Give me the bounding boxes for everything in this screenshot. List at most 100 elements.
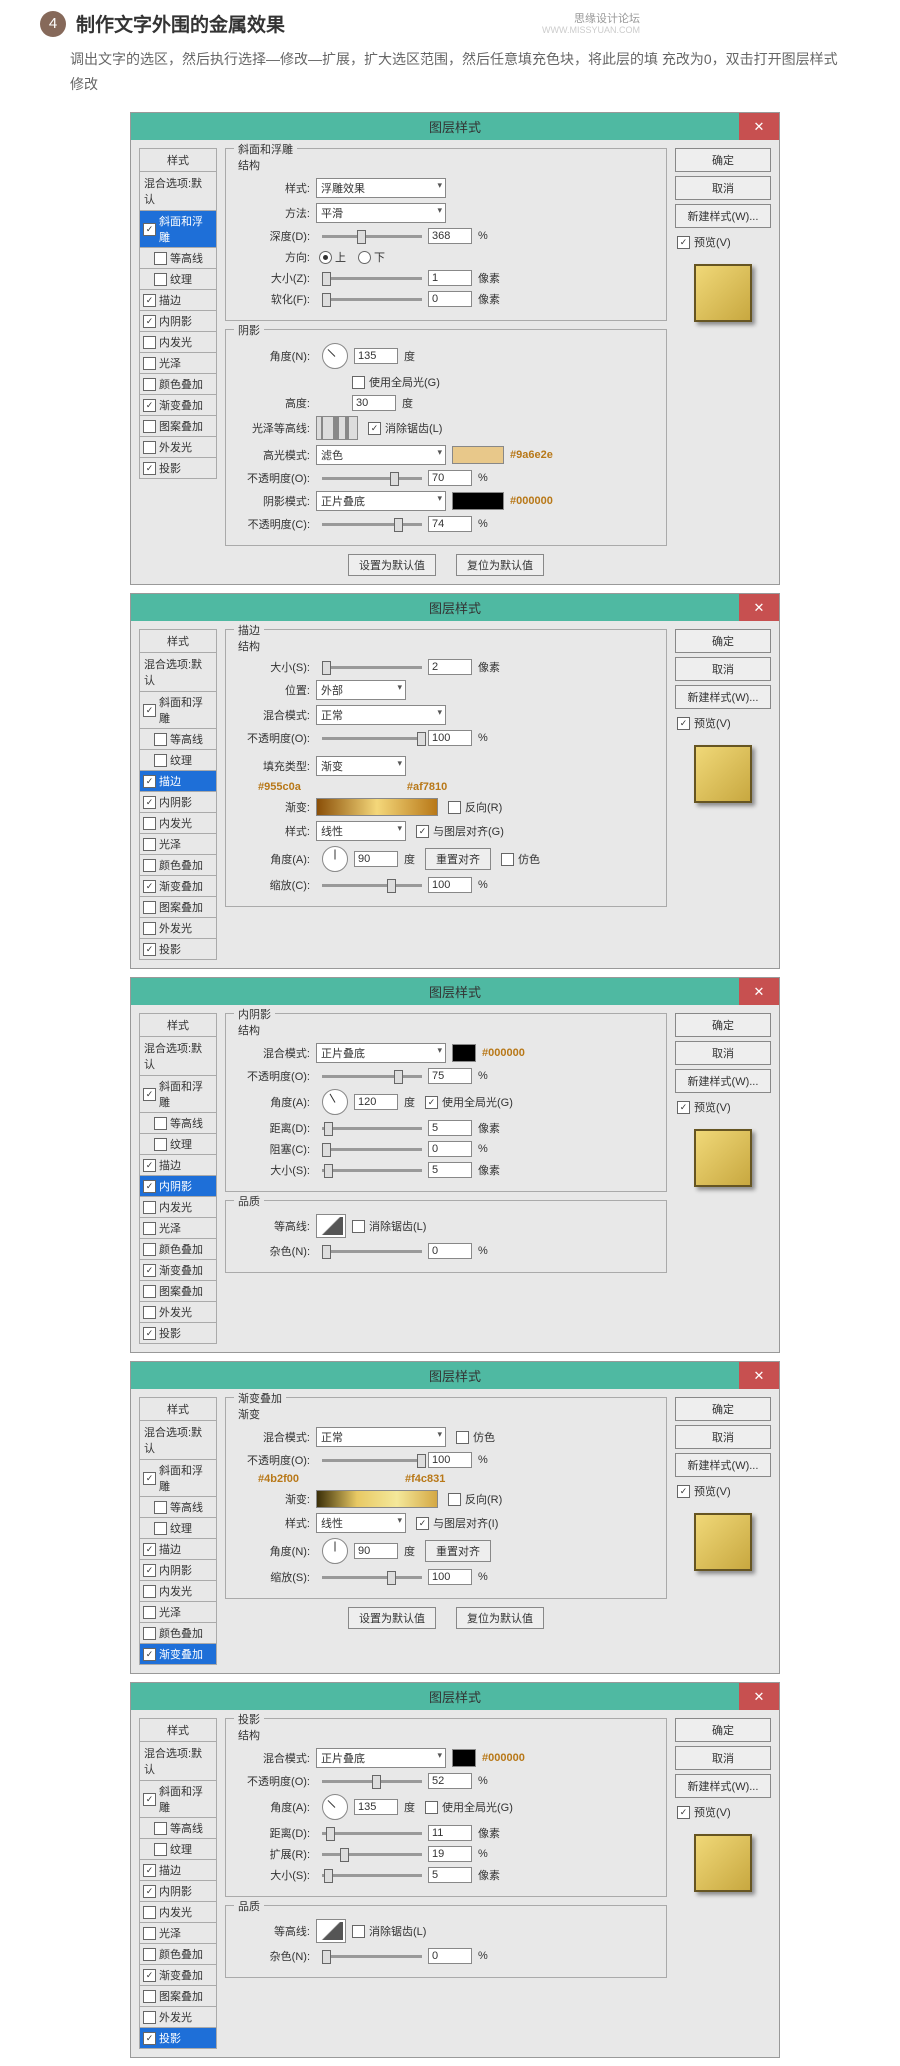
checkbox[interactable]	[154, 754, 167, 767]
item-grad-overlay[interactable]: 渐变叠加	[139, 1260, 217, 1281]
checkbox[interactable]	[143, 1285, 156, 1298]
preview-checkbox[interactable]	[677, 236, 690, 249]
checkbox[interactable]	[143, 1243, 156, 1256]
blend-options[interactable]: 混合选项:默认	[139, 1421, 217, 1460]
technique-select[interactable]: 平滑	[316, 203, 446, 223]
gloss-contour[interactable]	[316, 416, 358, 440]
dir-down-radio[interactable]	[358, 251, 371, 264]
checkbox[interactable]	[143, 1606, 156, 1619]
gradient-swatch[interactable]	[316, 1490, 438, 1508]
cancel-button[interactable]: 取消	[675, 1041, 771, 1065]
item-inner-shadow[interactable]: 内阴影	[139, 792, 217, 813]
checkbox[interactable]	[143, 1201, 156, 1214]
item-satin[interactable]: 光泽	[139, 353, 217, 374]
position-select[interactable]: 外部	[316, 680, 406, 700]
item-inner-glow[interactable]: 内发光	[139, 1902, 217, 1923]
contour-picker[interactable]	[316, 1214, 346, 1238]
item-bevel[interactable]: 斜面和浮雕	[139, 692, 217, 729]
dither-checkbox[interactable]	[501, 853, 514, 866]
item-satin[interactable]: 光泽	[139, 1602, 217, 1623]
close-button[interactable]: ✕	[739, 594, 779, 621]
angle-dial[interactable]	[322, 343, 348, 369]
distance-slider[interactable]	[322, 1832, 422, 1835]
scale-input[interactable]: 100	[428, 877, 472, 893]
checkbox[interactable]	[143, 1969, 156, 1982]
soften-slider[interactable]	[322, 298, 422, 301]
blend-options[interactable]: 混合选项:默认	[139, 1037, 217, 1076]
angle-input[interactable]: 120	[354, 1094, 398, 1110]
checkbox[interactable]	[143, 1906, 156, 1919]
checkbox[interactable]	[154, 733, 167, 746]
depth-slider[interactable]	[322, 235, 422, 238]
item-contour[interactable]: 等高线	[139, 248, 217, 269]
opacity-slider[interactable]	[322, 1459, 422, 1462]
checkbox[interactable]	[143, 1088, 156, 1101]
size-slider[interactable]	[322, 277, 422, 280]
size-input[interactable]: 2	[428, 659, 472, 675]
highlight-color[interactable]	[452, 446, 504, 464]
checkbox[interactable]	[143, 336, 156, 349]
cancel-button[interactable]: 取消	[675, 1746, 771, 1770]
item-texture[interactable]: 纹理	[139, 1134, 217, 1155]
item-drop-shadow[interactable]: 投影	[139, 2028, 217, 2049]
opacity-slider[interactable]	[322, 737, 422, 740]
preview-checkbox[interactable]	[677, 1806, 690, 1819]
checkbox[interactable]	[143, 1948, 156, 1961]
checkbox[interactable]	[143, 1543, 156, 1556]
global-light-checkbox[interactable]	[352, 376, 365, 389]
blend-select[interactable]: 正常	[316, 1427, 446, 1447]
shadow-mode-select[interactable]: 正片叠底	[316, 491, 446, 511]
item-pat-overlay[interactable]: 图案叠加	[139, 1281, 217, 1302]
item-texture[interactable]: 纹理	[139, 1518, 217, 1539]
item-stroke[interactable]: 描边	[139, 1155, 217, 1176]
checkbox[interactable]	[143, 462, 156, 475]
noise-slider[interactable]	[322, 1250, 422, 1253]
item-outer-glow[interactable]: 外发光	[139, 437, 217, 458]
opacity-slider[interactable]	[322, 1780, 422, 1783]
new-style-button[interactable]: 新建样式(W)...	[675, 685, 771, 709]
item-stroke[interactable]: 描边	[139, 1539, 217, 1560]
checkbox[interactable]	[143, 943, 156, 956]
item-texture[interactable]: 纹理	[139, 269, 217, 290]
preview-checkbox[interactable]	[677, 717, 690, 730]
close-button[interactable]: ✕	[739, 1683, 779, 1710]
checkbox[interactable]	[143, 378, 156, 391]
checkbox[interactable]	[143, 1472, 156, 1485]
item-contour[interactable]: 等高线	[139, 1113, 217, 1134]
checkbox[interactable]	[154, 273, 167, 286]
item-stroke[interactable]: 描边	[139, 290, 217, 311]
new-style-button[interactable]: 新建样式(W)...	[675, 1774, 771, 1798]
item-inner-glow[interactable]: 内发光	[139, 1197, 217, 1218]
cancel-button[interactable]: 取消	[675, 176, 771, 200]
item-outer-glow[interactable]: 外发光	[139, 918, 217, 939]
checkbox[interactable]	[143, 441, 156, 454]
item-color-overlay[interactable]: 颜色叠加	[139, 1944, 217, 1965]
item-inner-shadow[interactable]: 内阴影	[139, 1881, 217, 1902]
angle-input[interactable]: 135	[354, 348, 398, 364]
reset-align-button[interactable]: 重置对齐	[425, 848, 491, 870]
align-checkbox[interactable]	[416, 1517, 429, 1530]
checkbox[interactable]	[143, 1564, 156, 1577]
ok-button[interactable]: 确定	[675, 1718, 771, 1742]
checkbox[interactable]	[154, 1843, 167, 1856]
checkbox[interactable]	[143, 880, 156, 893]
checkbox[interactable]	[143, 1648, 156, 1661]
item-bevel[interactable]: 斜面和浮雕	[139, 1460, 217, 1497]
blend-options[interactable]: 混合选项:默认	[139, 1742, 217, 1781]
item-stroke[interactable]: 描边	[139, 771, 217, 792]
distance-input[interactable]: 11	[428, 1825, 472, 1841]
checkbox[interactable]	[143, 1327, 156, 1340]
close-button[interactable]: ✕	[739, 113, 779, 140]
reverse-checkbox[interactable]	[448, 1493, 461, 1506]
reset-default-button[interactable]: 复位为默认值	[456, 1607, 544, 1629]
item-stroke[interactable]: 描边	[139, 1860, 217, 1881]
color-swatch[interactable]	[452, 1044, 476, 1062]
item-inner-shadow[interactable]: 内阴影	[139, 1176, 217, 1197]
antialias-checkbox[interactable]	[352, 1925, 365, 1938]
grad-style-select[interactable]: 线性	[316, 821, 406, 841]
checkbox[interactable]	[143, 775, 156, 788]
item-texture[interactable]: 纹理	[139, 750, 217, 771]
color-swatch[interactable]	[452, 1749, 476, 1767]
depth-input[interactable]: 368	[428, 228, 472, 244]
new-style-button[interactable]: 新建样式(W)...	[675, 1453, 771, 1477]
